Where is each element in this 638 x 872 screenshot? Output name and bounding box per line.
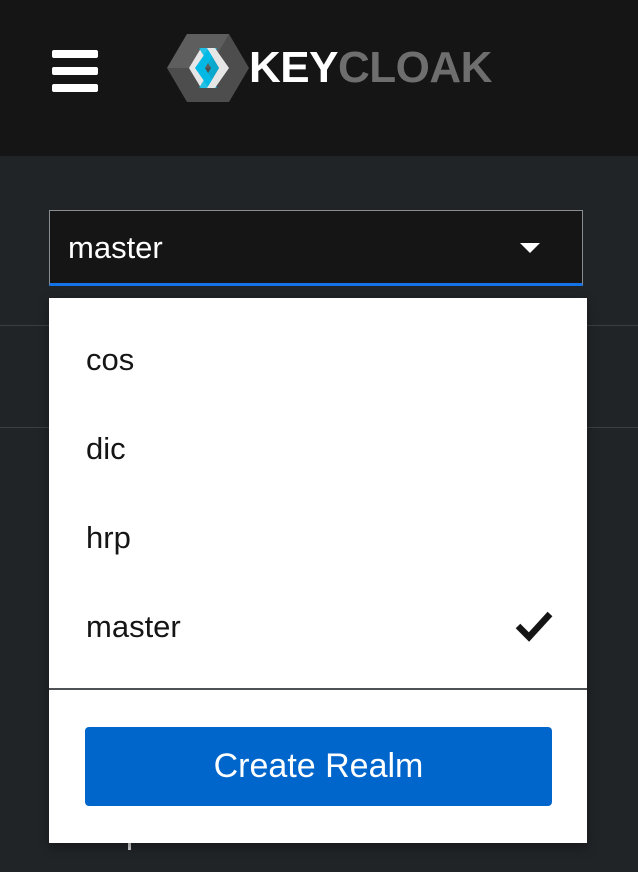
caret-down-icon [520,243,540,253]
keycloak-logo-mark-icon [167,34,249,102]
realm-dropdown-menu: cos dic hrp master Create Realm [49,298,587,843]
menu-separator [49,688,587,690]
wordmark-key: KEY [249,43,338,92]
realm-option-hrp[interactable]: hrp [49,494,587,583]
masthead: KEYCLOAK [0,0,638,156]
create-realm-button[interactable]: Create Realm [85,727,552,806]
realm-option-master[interactable]: master [49,583,587,672]
check-icon [515,611,553,642]
realm-option-cos[interactable]: cos [49,316,587,405]
realm-option-label: cos [86,342,135,377]
realm-option-label: dic [86,431,126,466]
realm-selector-value: master [68,230,163,265]
realm-option-label: master [86,609,181,644]
keycloak-wordmark: KEYCLOAK [249,43,492,93]
keycloak-logo: KEYCLOAK [165,32,515,104]
realm-option-dic[interactable]: dic [49,405,587,494]
background-text-fragment [128,842,131,850]
wordmark-cloak: CLOAK [337,43,492,92]
realm-option-label: hrp [86,520,131,555]
hamburger-menu-icon[interactable] [50,48,102,94]
realm-selector-toggle[interactable]: master [49,210,583,286]
